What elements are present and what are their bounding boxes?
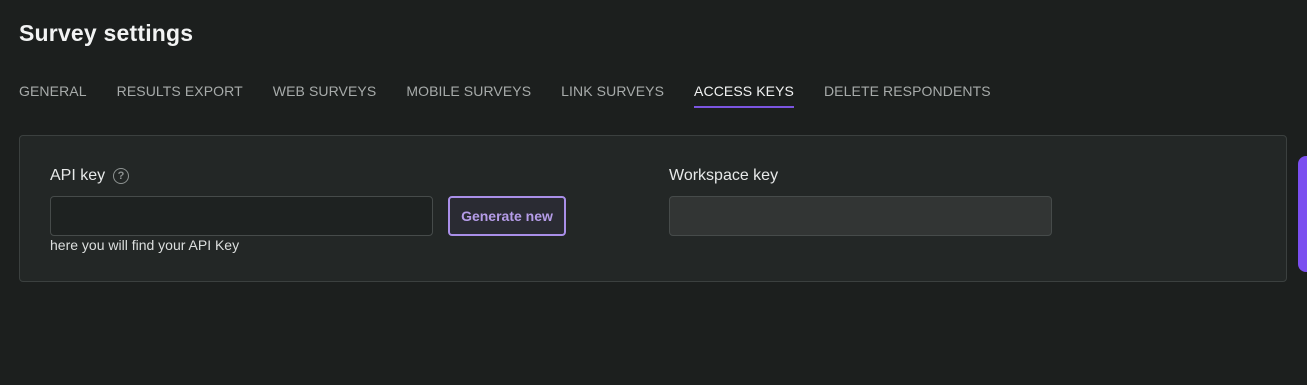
- tab-delete-respondents[interactable]: DELETE RESPONDENTS: [824, 83, 991, 108]
- tab-access-keys[interactable]: ACCESS KEYS: [694, 83, 794, 108]
- api-key-input[interactable]: [50, 196, 433, 236]
- api-key-label: API key: [50, 167, 106, 184]
- tab-link-surveys[interactable]: LINK SURVEYS: [561, 83, 664, 108]
- workspace-key-label: Workspace key: [669, 167, 779, 184]
- access-keys-card: API key ? Generate new here you will fin…: [19, 135, 1287, 282]
- api-key-hint: here you will find your API Key: [50, 237, 240, 253]
- tab-web-surveys[interactable]: WEB SURVEYS: [273, 83, 377, 108]
- tab-general[interactable]: GENERAL: [19, 83, 87, 108]
- tab-mobile-surveys[interactable]: MOBILE SURVEYS: [406, 83, 531, 108]
- page-title: Survey settings: [19, 20, 194, 46]
- question-circle-icon[interactable]: ?: [113, 168, 129, 184]
- page: Survey settings GENERAL RESULTS EXPORT W…: [0, 0, 1307, 385]
- generate-new-button[interactable]: Generate new: [448, 196, 566, 236]
- feedback-side-tab[interactable]: [1298, 156, 1307, 272]
- tab-bar: GENERAL RESULTS EXPORT WEB SURVEYS MOBIL…: [19, 83, 1021, 108]
- tab-results-export[interactable]: RESULTS EXPORT: [117, 83, 243, 108]
- workspace-key-input[interactable]: [669, 196, 1052, 236]
